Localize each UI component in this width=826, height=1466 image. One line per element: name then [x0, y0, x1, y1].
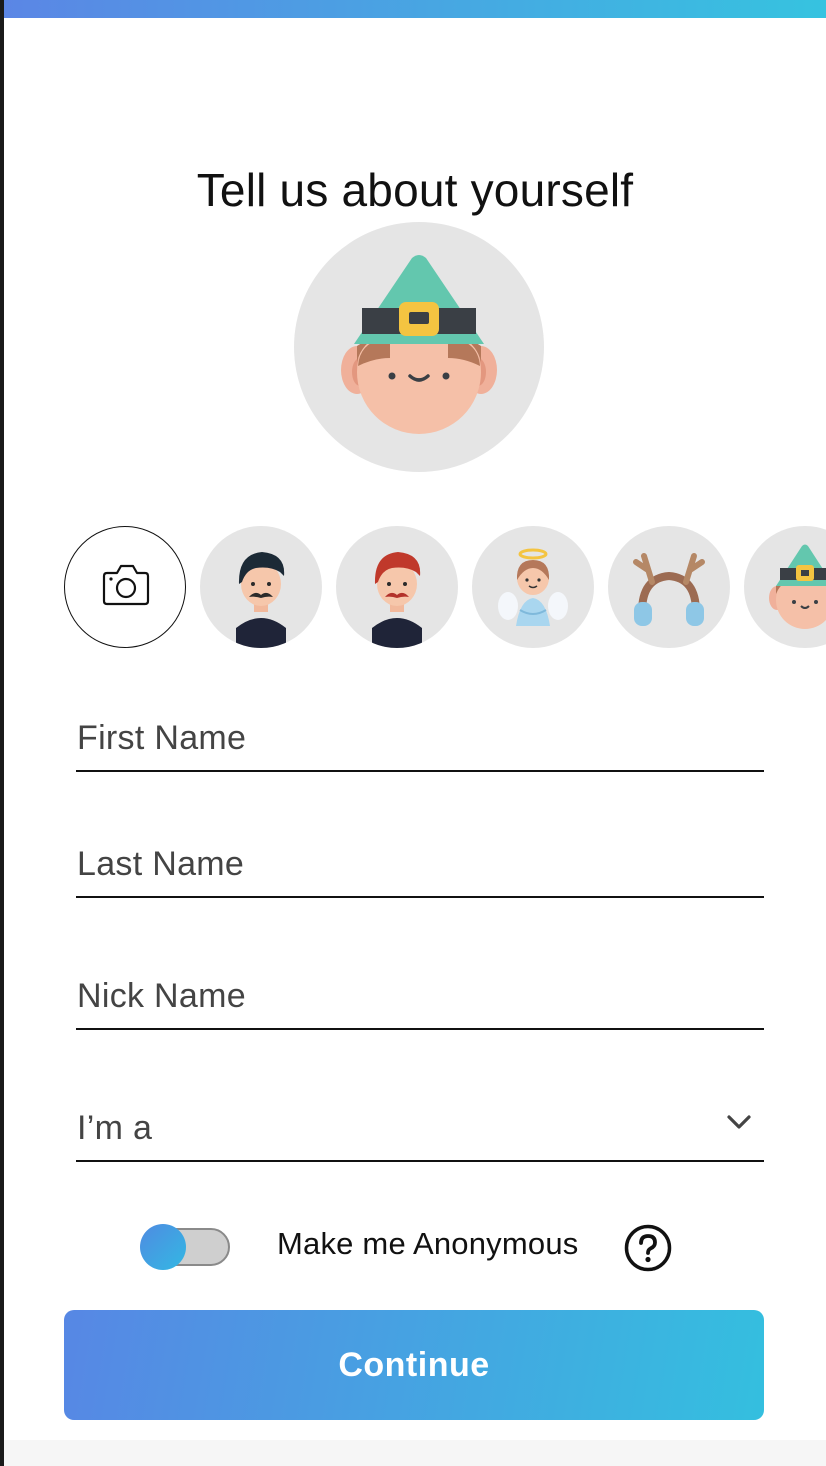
avatar-option-angel[interactable]	[472, 526, 594, 648]
camera-icon	[102, 564, 150, 606]
elf-avatar-icon	[769, 544, 826, 629]
first-name-field[interactable]: First Name	[76, 708, 764, 772]
elf-avatar-icon	[341, 255, 497, 434]
continue-button[interactable]: Continue	[64, 1310, 764, 1420]
anonymous-help-button[interactable]	[624, 1224, 672, 1272]
toggle-knob	[140, 1224, 186, 1270]
window-left-edge	[0, 0, 4, 1466]
man-mustache-red-hair-icon	[372, 552, 422, 648]
avatar-option-man-dark[interactable]	[200, 526, 322, 648]
selected-avatar	[294, 222, 544, 472]
angel-girl-icon	[498, 548, 568, 626]
avatar-option-man-red[interactable]	[336, 526, 458, 648]
last-name-placeholder: Last Name	[77, 845, 245, 883]
first-name-placeholder: First Name	[77, 719, 247, 757]
nick-name-placeholder: Nick Name	[77, 977, 246, 1015]
role-select[interactable]: I’m a	[76, 1098, 764, 1162]
man-mustache-dark-hair-icon	[236, 552, 286, 648]
nick-name-field[interactable]: Nick Name	[76, 966, 764, 1030]
avatar-option-camera[interactable]	[64, 526, 186, 648]
bottom-band	[4, 1440, 826, 1466]
top-accent-bar	[4, 0, 826, 18]
last-name-field[interactable]: Last Name	[76, 834, 764, 898]
role-select-placeholder: I’m a	[77, 1109, 153, 1147]
avatar-options	[0, 526, 826, 650]
avatar-option-elf[interactable]	[744, 526, 826, 648]
question-circle-icon	[624, 1224, 672, 1272]
chevron-down-icon	[727, 1115, 751, 1129]
avatar-option-reindeer[interactable]	[608, 526, 730, 648]
reindeer-headband-icon	[633, 553, 705, 626]
anonymous-label: Make me Anonymous	[277, 1226, 579, 1261]
anonymous-toggle[interactable]	[140, 1224, 232, 1270]
page-title: Tell us about yourself	[196, 163, 634, 216]
